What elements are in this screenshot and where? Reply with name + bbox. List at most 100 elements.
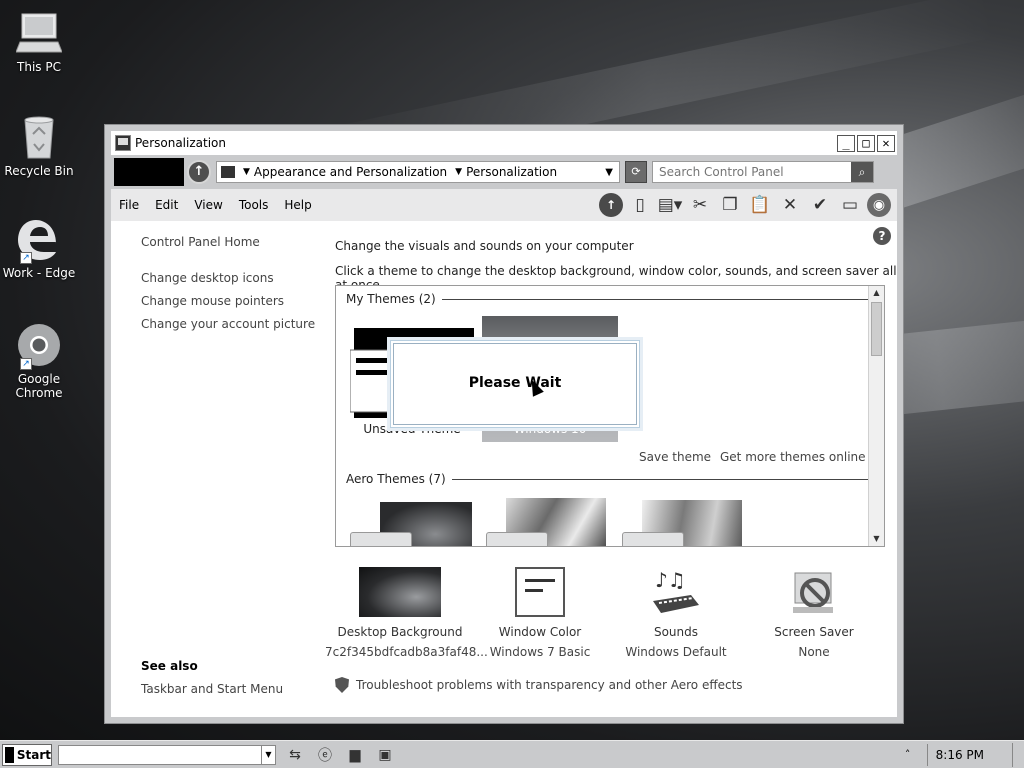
taskbar-address-input[interactable]: ▼ — [58, 744, 276, 765]
divider — [926, 743, 928, 766]
control-panel-icon — [115, 135, 131, 151]
search-box: ⌕ — [652, 161, 874, 183]
desktop-icon-recycle-bin[interactable]: Recycle Bin — [0, 114, 78, 178]
chrome-icon: ↗ — [16, 322, 62, 370]
breadcrumb-arrow-icon[interactable]: ▼ — [455, 167, 462, 177]
breadcrumb-arrow-icon[interactable]: ▼ — [243, 167, 250, 177]
desktop-icon-google-chrome[interactable]: ↗ Google Chrome — [0, 322, 78, 400]
views-icon[interactable]: ▤▾ — [657, 192, 683, 218]
search-icon[interactable]: ⌕ — [851, 162, 873, 182]
see-also-section: See also Taskbar and Start Menu — [141, 659, 283, 696]
aero-themes-header: Aero Themes (7) — [346, 472, 870, 486]
delete-icon[interactable]: ✕ — [777, 192, 803, 218]
desktop-background-item[interactable]: Desktop Background 7c2f345bdfcadb8a3faf4… — [325, 567, 488, 659]
cut-icon[interactable]: ✂ — [687, 192, 713, 218]
screen-saver-value: None — [798, 645, 830, 659]
start-button[interactable]: Start — [2, 743, 52, 766]
pane-toggle-icon[interactable]: ▯ — [627, 192, 653, 218]
task-view-icon[interactable]: ⇆ — [284, 745, 306, 765]
search-input[interactable] — [653, 163, 851, 181]
troubleshoot-link[interactable]: Troubleshoot problems with transparency … — [335, 677, 743, 693]
maximize-button[interactable]: □ — [857, 134, 875, 152]
menu-edit[interactable]: Edit — [147, 198, 186, 212]
clock[interactable]: 8:16 PM — [936, 748, 984, 762]
change-account-picture-link[interactable]: Change your account picture — [141, 317, 321, 331]
shortcut-arrow-icon: ↗ — [20, 252, 32, 264]
paste-icon[interactable]: 📋 — [747, 192, 773, 218]
control-panel-icon — [221, 166, 235, 178]
please-wait-message: Please Wait — [468, 375, 562, 391]
taskbar-start-menu-link[interactable]: Taskbar and Start Menu — [141, 682, 283, 696]
menu-view[interactable]: View — [186, 198, 230, 212]
aero-theme-preview-card — [486, 532, 548, 546]
desktop-icon-work-edge[interactable]: ↗ Work - Edge — [0, 216, 78, 280]
properties-icon[interactable]: ▭ — [837, 192, 863, 218]
desktop-icon-label: This PC — [17, 60, 61, 74]
window-color-item[interactable]: Window Color Windows 7 Basic — [465, 567, 615, 659]
chevron-up-icon[interactable]: ˄ — [899, 748, 917, 761]
back-forward-area[interactable] — [114, 158, 184, 186]
minimize-button[interactable]: _ — [837, 134, 855, 152]
computer-icon — [15, 10, 63, 56]
divider — [441, 298, 870, 300]
breadcrumb-personalization[interactable]: Personalization — [466, 165, 557, 179]
screen-saver-title: Screen Saver — [774, 625, 854, 639]
up-level-button[interactable]: ↑ — [187, 160, 211, 184]
shield-icon — [335, 677, 349, 693]
file-explorer-icon[interactable]: ▆ — [344, 745, 366, 765]
menu-help[interactable]: Help — [276, 198, 319, 212]
divider — [451, 478, 870, 480]
personalization-window: Personalization _ □ ✕ ↑ ▼ Appearance and… — [104, 124, 904, 724]
start-label: Start — [16, 747, 51, 762]
screen-saver-item[interactable]: Screen Saver None — [739, 567, 889, 659]
refresh-button[interactable]: ⟳ — [625, 161, 647, 183]
edge-icon[interactable]: ⓔ — [314, 745, 336, 765]
get-more-themes-link[interactable]: Get more themes online — [720, 450, 866, 464]
aero-themes-label: Aero Themes (7) — [346, 472, 446, 486]
themes-scrollbar[interactable]: ▲ ▼ — [868, 286, 884, 546]
breadcrumb-appearance[interactable]: Appearance and Personalization — [254, 165, 447, 179]
title-bar[interactable]: Personalization _ □ ✕ — [111, 131, 897, 155]
desktop-background-value: 7c2f345bdfcadb8a3faf48... — [325, 645, 488, 659]
refresh-icon: ⟳ — [631, 165, 641, 178]
scroll-down-icon[interactable]: ▼ — [869, 532, 884, 546]
control-panel-home-link[interactable]: Control Panel Home — [141, 235, 321, 249]
chevron-down-icon[interactable]: ▼ — [261, 745, 275, 764]
desktop-icon-label: Recycle Bin — [4, 164, 74, 178]
sounds-value: Windows Default — [625, 645, 727, 659]
close-button[interactable]: ✕ — [877, 134, 895, 152]
sounds-icon: ♪♫ — [651, 567, 701, 617]
scroll-thumb[interactable] — [871, 302, 882, 356]
desktop-background-title: Desktop Background — [337, 625, 463, 639]
shell-icon[interactable]: ◉ — [867, 193, 891, 217]
edge-icon: ↗ — [16, 216, 62, 264]
checkmark-icon[interactable]: ✔ — [807, 192, 833, 218]
aero-theme-preview-card — [622, 532, 684, 546]
change-desktop-icons-link[interactable]: Change desktop icons — [141, 271, 321, 285]
menu-file[interactable]: File — [111, 198, 147, 212]
up-arrow-icon[interactable]: ↑ — [599, 193, 623, 217]
recycle-bin-icon — [16, 114, 62, 160]
window-color-value: Windows 7 Basic — [489, 645, 591, 659]
system-tray: ˄ 8:16 PM — [899, 741, 1024, 768]
left-navigation: Control Panel Home Change desktop icons … — [141, 235, 321, 340]
address-field[interactable]: ▼ Appearance and Personalization ▼ Perso… — [216, 161, 620, 183]
save-theme-link[interactable]: Save theme — [639, 450, 711, 464]
page-title: Change the visuals and sounds on your co… — [335, 239, 634, 253]
my-themes-header: My Themes (2) — [346, 292, 870, 306]
desktop-icon-label: Work - Edge — [2, 266, 76, 280]
control-panel-taskbar-icon[interactable]: ▣ — [374, 745, 396, 765]
copy-icon[interactable]: ❐ — [717, 192, 743, 218]
chevron-down-icon[interactable]: ▼ — [605, 167, 613, 178]
menu-bar: File Edit View Tools Help ↑ ▯ ▤▾ ✂ ❐ 📋 ✕… — [111, 189, 897, 221]
sounds-item[interactable]: ♪♫ Sounds Windows Default — [601, 567, 751, 659]
scroll-up-icon[interactable]: ▲ — [869, 286, 884, 300]
help-icon[interactable]: ? — [873, 227, 891, 245]
change-mouse-pointers-link[interactable]: Change mouse pointers — [141, 294, 321, 308]
aero-theme-preview-card — [350, 532, 412, 546]
svg-text:♪♫: ♪♫ — [655, 568, 686, 592]
desktop-icon-this-pc[interactable]: This PC — [0, 10, 78, 74]
menu-tools[interactable]: Tools — [231, 198, 277, 212]
show-desktop-button[interactable] — [1012, 742, 1022, 767]
content-area: ? Control Panel Home Change desktop icon… — [111, 221, 897, 717]
